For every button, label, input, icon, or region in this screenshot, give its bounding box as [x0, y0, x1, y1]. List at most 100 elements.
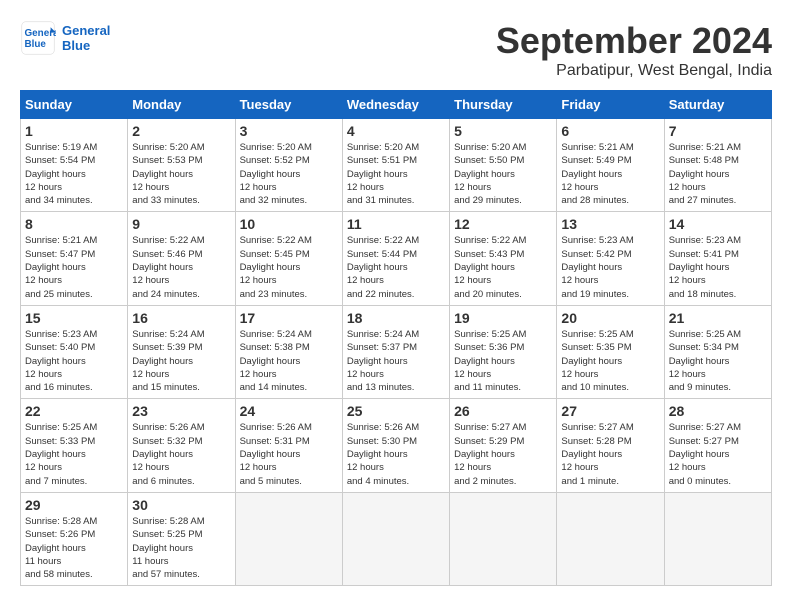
col-sunday: Sunday [21, 91, 128, 119]
col-wednesday: Wednesday [342, 91, 449, 119]
calendar-week-0: 1 Sunrise: 5:19 AMSunset: 5:54 PMDaylight… [21, 119, 772, 212]
calendar-week-2: 15 Sunrise: 5:23 AMSunset: 5:40 PMDayligh… [21, 305, 772, 398]
day-number: 4 [347, 123, 445, 139]
table-row: 17Sunrise: 5:24 AMSunset: 5:38 PMDayligh… [235, 305, 342, 398]
day-number: 1 [25, 123, 123, 139]
table-row: 28 Sunrise: 5:27 AMSunset: 5:27 PMDayligh… [664, 399, 771, 492]
table-row: 18Sunrise: 5:24 AMSunset: 5:37 PMDayligh… [342, 305, 449, 398]
day-info: Sunrise: 5:26 AMSunset: 5:32 PMDaylight … [132, 421, 230, 487]
col-saturday: Saturday [664, 91, 771, 119]
table-row: 3Sunrise: 5:20 AMSunset: 5:52 PMDaylight… [235, 119, 342, 212]
day-info: Sunrise: 5:20 AMSunset: 5:51 PMDaylight … [347, 141, 445, 207]
calendar-week-3: 22 Sunrise: 5:25 AMSunset: 5:33 PMDayligh… [21, 399, 772, 492]
day-info: Sunrise: 5:28 AMSunset: 5:26 PMDaylight … [25, 515, 123, 581]
day-number: 20 [561, 310, 659, 326]
day-number: 10 [240, 216, 338, 232]
day-info: Sunrise: 5:26 AMSunset: 5:30 PMDaylight … [347, 421, 445, 487]
table-row: 4 Sunrise: 5:20 AMSunset: 5:51 PMDaylight… [342, 119, 449, 212]
day-number: 30 [132, 497, 230, 513]
day-number: 18 [347, 310, 445, 326]
table-row [557, 492, 664, 585]
day-number: 21 [669, 310, 767, 326]
table-row [664, 492, 771, 585]
day-number: 12 [454, 216, 552, 232]
day-info: Sunrise: 5:21 AMSunset: 5:47 PMDaylight … [25, 234, 123, 300]
col-friday: Friday [557, 91, 664, 119]
day-number: 14 [669, 216, 767, 232]
day-number: 25 [347, 403, 445, 419]
calendar-week-1: 8 Sunrise: 5:21 AMSunset: 5:47 PMDaylight… [21, 212, 772, 305]
day-number: 9 [132, 216, 230, 232]
day-info: Sunrise: 5:25 AMSunset: 5:35 PMDaylight … [561, 328, 659, 394]
page-header: General Blue General Blue September 2024… [20, 20, 772, 80]
day-info: Sunrise: 5:27 AMSunset: 5:27 PMDaylight … [669, 421, 767, 487]
table-row: 30 Sunrise: 5:28 AMSunset: 5:25 PMDayligh… [128, 492, 235, 585]
day-info: Sunrise: 5:28 AMSunset: 5:25 PMDaylight … [132, 515, 230, 581]
day-info: Sunrise: 5:22 AMSunset: 5:44 PMDaylight … [347, 234, 445, 300]
day-info: Sunrise: 5:23 AMSunset: 5:40 PMDaylight … [25, 328, 123, 394]
table-row: 29Sunrise: 5:28 AMSunset: 5:26 PMDayligh… [21, 492, 128, 585]
calendar-title: September 2024 [496, 20, 772, 62]
logo-icon: General Blue [20, 20, 56, 56]
day-number: 5 [454, 123, 552, 139]
table-row: 6Sunrise: 5:21 AMSunset: 5:49 PMDaylight… [557, 119, 664, 212]
table-row: 2 Sunrise: 5:20 AMSunset: 5:53 PMDaylight… [128, 119, 235, 212]
day-info: Sunrise: 5:24 AMSunset: 5:38 PMDaylight … [240, 328, 338, 394]
col-tuesday: Tuesday [235, 91, 342, 119]
day-info: Sunrise: 5:27 AMSunset: 5:29 PMDaylight … [454, 421, 552, 487]
table-row: 10Sunrise: 5:22 AMSunset: 5:45 PMDayligh… [235, 212, 342, 305]
day-info: Sunrise: 5:25 AMSunset: 5:36 PMDaylight … [454, 328, 552, 394]
day-number: 22 [25, 403, 123, 419]
table-row: 19 Sunrise: 5:25 AMSunset: 5:36 PMDayligh… [450, 305, 557, 398]
day-number: 27 [561, 403, 659, 419]
day-info: Sunrise: 5:24 AMSunset: 5:39 PMDaylight … [132, 328, 230, 394]
day-number: 28 [669, 403, 767, 419]
day-number: 19 [454, 310, 552, 326]
table-row: 8 Sunrise: 5:21 AMSunset: 5:47 PMDaylight… [21, 212, 128, 305]
table-row: 14Sunrise: 5:23 AMSunset: 5:41 PMDayligh… [664, 212, 771, 305]
table-row: 15 Sunrise: 5:23 AMSunset: 5:40 PMDayligh… [21, 305, 128, 398]
day-info: Sunrise: 5:25 AMSunset: 5:33 PMDaylight … [25, 421, 123, 487]
table-row: 16 Sunrise: 5:24 AMSunset: 5:39 PMDayligh… [128, 305, 235, 398]
table-row: 21 Sunrise: 5:25 AMSunset: 5:34 PMDayligh… [664, 305, 771, 398]
table-row: 22 Sunrise: 5:25 AMSunset: 5:33 PMDayligh… [21, 399, 128, 492]
table-row: 12 Sunrise: 5:22 AMSunset: 5:43 PMDayligh… [450, 212, 557, 305]
day-number: 24 [240, 403, 338, 419]
table-row: 24 Sunrise: 5:26 AMSunset: 5:31 PMDayligh… [235, 399, 342, 492]
day-info: Sunrise: 5:20 AMSunset: 5:53 PMDaylight … [132, 141, 230, 207]
day-info: Sunrise: 5:25 AMSunset: 5:34 PMDaylight … [669, 328, 767, 394]
table-row: 13Sunrise: 5:23 AMSunset: 5:42 PMDayligh… [557, 212, 664, 305]
svg-text:Blue: Blue [25, 39, 47, 50]
calendar-subtitle: Parbatipur, West Bengal, India [496, 62, 772, 80]
table-row [235, 492, 342, 585]
day-info: Sunrise: 5:22 AMSunset: 5:43 PMDaylight … [454, 234, 552, 300]
table-row [450, 492, 557, 585]
day-number: 16 [132, 310, 230, 326]
table-row: 26Sunrise: 5:27 AMSunset: 5:29 PMDayligh… [450, 399, 557, 492]
table-row: 7 Sunrise: 5:21 AMSunset: 5:48 PMDaylight… [664, 119, 771, 212]
day-info: Sunrise: 5:22 AMSunset: 5:46 PMDaylight … [132, 234, 230, 300]
table-row: 27 Sunrise: 5:27 AMSunset: 5:28 PMDayligh… [557, 399, 664, 492]
table-row: 9 Sunrise: 5:22 AMSunset: 5:46 PMDaylight… [128, 212, 235, 305]
col-thursday: Thursday [450, 91, 557, 119]
day-number: 15 [25, 310, 123, 326]
day-number: 11 [347, 216, 445, 232]
day-number: 23 [132, 403, 230, 419]
day-info: Sunrise: 5:20 AMSunset: 5:50 PMDaylight … [454, 141, 552, 207]
day-info: Sunrise: 5:23 AMSunset: 5:42 PMDaylight … [561, 234, 659, 300]
table-row [342, 492, 449, 585]
day-info: Sunrise: 5:27 AMSunset: 5:28 PMDaylight … [561, 421, 659, 487]
day-info: Sunrise: 5:20 AMSunset: 5:52 PMDaylight … [240, 141, 338, 207]
day-number: 2 [132, 123, 230, 139]
table-row: 25 Sunrise: 5:26 AMSunset: 5:30 PMDayligh… [342, 399, 449, 492]
day-info: Sunrise: 5:26 AMSunset: 5:31 PMDaylight … [240, 421, 338, 487]
table-row: 1 Sunrise: 5:19 AMSunset: 5:54 PMDaylight… [21, 119, 128, 212]
calendar-week-4: 29Sunrise: 5:28 AMSunset: 5:26 PMDayligh… [21, 492, 772, 585]
day-number: 8 [25, 216, 123, 232]
header-row: Sunday Monday Tuesday Wednesday Thursday… [21, 91, 772, 119]
day-info: Sunrise: 5:21 AMSunset: 5:48 PMDaylight … [669, 141, 767, 207]
calendar-table: Sunday Monday Tuesday Wednesday Thursday… [20, 90, 772, 586]
logo: General Blue General Blue [20, 20, 110, 56]
day-info: Sunrise: 5:19 AMSunset: 5:54 PMDaylight … [25, 141, 123, 207]
day-number: 7 [669, 123, 767, 139]
